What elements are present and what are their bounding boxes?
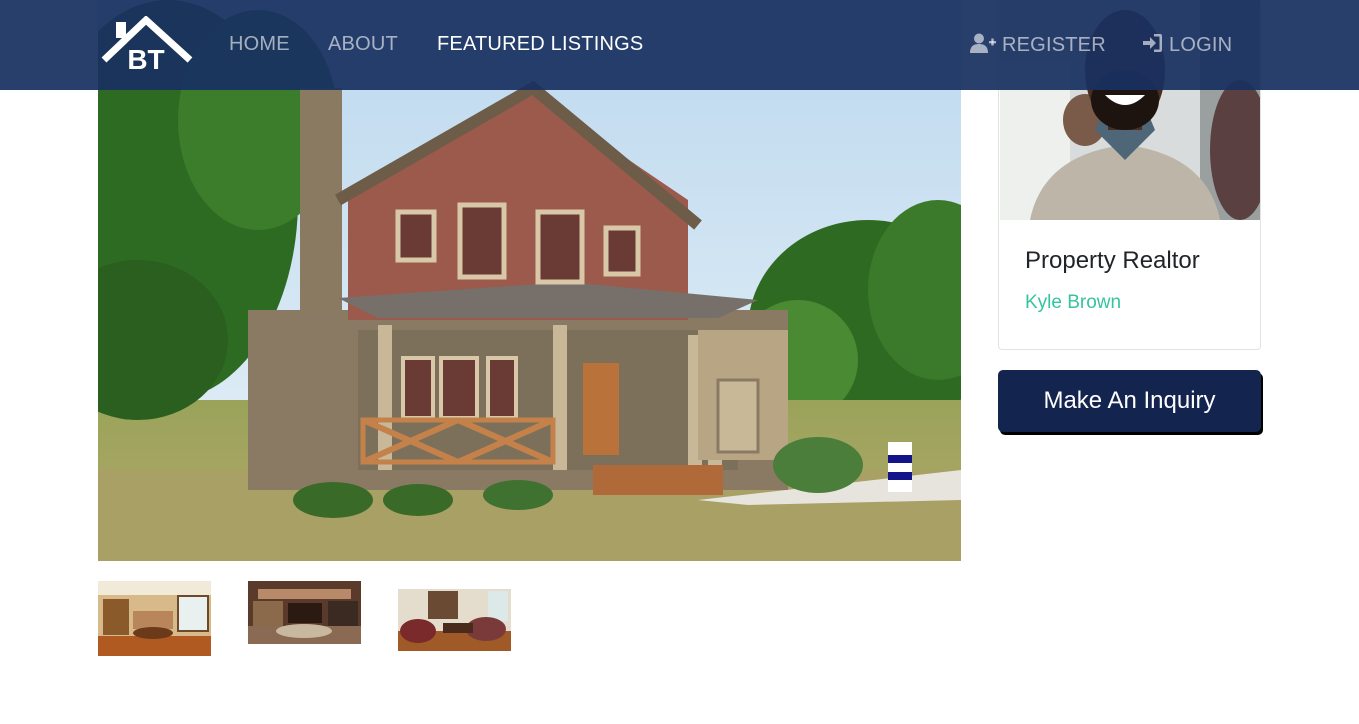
login-label: LOGIN [1169, 34, 1233, 56]
thumbnail-kitchen[interactable] [98, 581, 211, 656]
thumbnail-family-room[interactable] [398, 581, 511, 651]
make-inquiry-button[interactable]: Make An Inquiry [998, 370, 1261, 432]
brand-logo[interactable]: BT [100, 15, 196, 75]
nav-home-link[interactable]: HOME [229, 33, 290, 56]
sign-in-icon [1143, 33, 1163, 59]
realtor-name[interactable]: Kyle Brown [1025, 292, 1121, 314]
nav-featured-listings-link[interactable]: FEATURED LISTINGS [437, 33, 643, 56]
register-label: REGISTER [1002, 34, 1106, 56]
logo-text: BT [127, 44, 164, 74]
thumbnail-living-room[interactable] [248, 581, 361, 644]
nav-login-link[interactable]: LOGIN [1143, 33, 1232, 59]
top-navbar: BT HOME ABOUT FEATURED LISTINGS REGISTER… [0, 0, 1359, 90]
user-plus-icon [970, 33, 996, 59]
realtor-title: Property Realtor [1025, 247, 1200, 274]
nav-about-link[interactable]: ABOUT [328, 33, 398, 56]
nav-register-link[interactable]: REGISTER [970, 33, 1106, 59]
